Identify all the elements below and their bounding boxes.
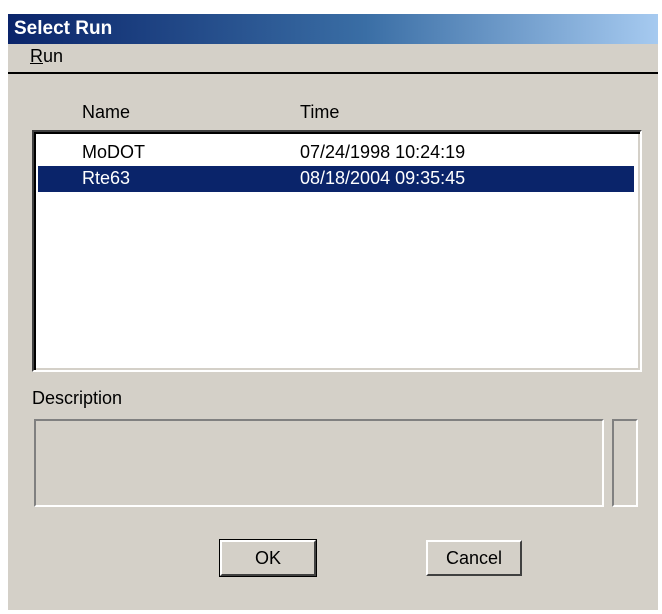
menu-run[interactable]: Run	[30, 46, 63, 67]
run-name: Rte63	[82, 168, 131, 188]
run-time: 07/24/1998 10:24:19	[300, 142, 466, 162]
run-time: 08/18/2004 09:35:45	[300, 168, 466, 188]
run-list-row-modot[interactable]: MoDOT 07/24/1998 10:24:19	[38, 140, 634, 166]
menu-bar: Run	[8, 44, 658, 74]
cancel-button[interactable]: Cancel	[426, 540, 522, 576]
column-header-name[interactable]: Name	[82, 102, 130, 123]
column-header-time[interactable]: Time	[300, 102, 339, 123]
window-title: Select Run	[14, 18, 113, 39]
title-bar[interactable]: Select Run	[8, 14, 658, 44]
description-scrollbar[interactable]	[612, 419, 638, 507]
description-label: Description	[32, 388, 123, 408]
ok-button[interactable]: OK	[219, 539, 317, 577]
run-list[interactable]: MoDOT 07/24/1998 10:24:19 Rte63 08/18/20…	[32, 130, 642, 372]
description-field[interactable]	[34, 419, 604, 507]
run-name: MoDOT	[82, 142, 145, 162]
select-run-dialog: Select Run Run Name Time MoDOT 07/24/199…	[8, 14, 658, 610]
menu-run-mnemonic: R	[30, 46, 43, 66]
menu-run-label: un	[43, 46, 64, 66]
run-list-row-rte63[interactable]: Rte63 08/18/2004 09:35:45	[38, 166, 634, 192]
